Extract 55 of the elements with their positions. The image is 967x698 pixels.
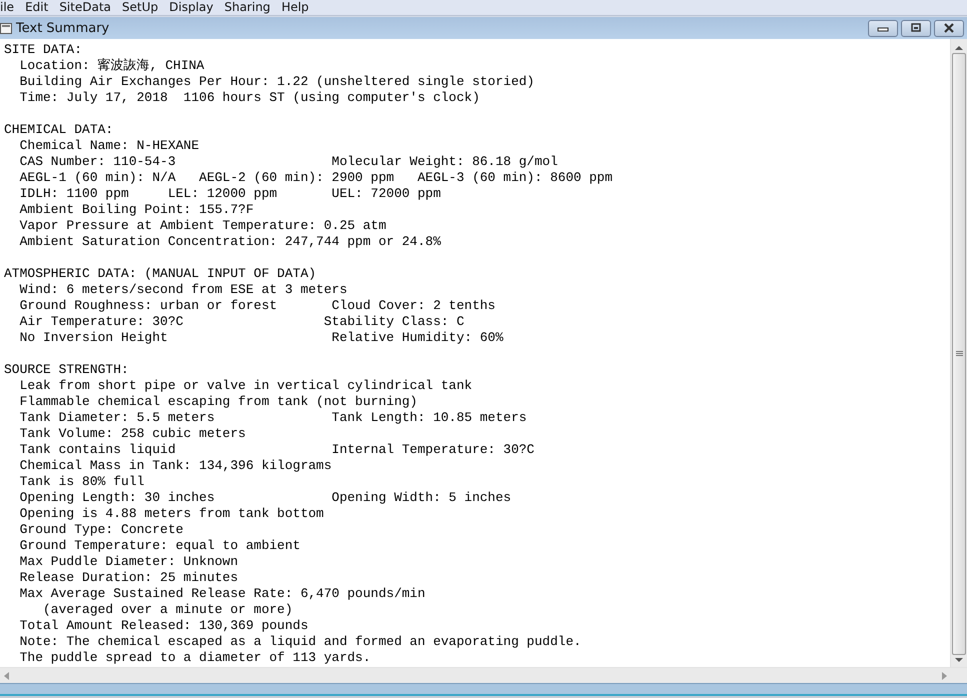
summary-line: Max Puddle Diameter: Unknown	[18, 554, 240, 570]
summary-line: Tank Diameter: 5.5 meters Tank Length: 10.85 meters	[18, 410, 528, 426]
summary-line: Max Average Sustained Release Rate: 6,470 pounds/min	[18, 586, 426, 602]
grip-icon	[956, 351, 962, 357]
summary-line: Ambient Boiling Point: 155.7?F	[18, 202, 255, 218]
section-heading: SITE DATA:	[4, 42, 84, 58]
close-button[interactable]	[934, 20, 964, 36]
summary-line: Ground Temperature: equal to ambient	[18, 538, 302, 554]
summary-line: IDLH: 1100 ppm LEL: 12000 ppm UEL: 72000 ppm	[18, 186, 442, 202]
summary-line: Note: The chemical escaped as a liquid and formed an evaporating puddle.	[18, 634, 582, 650]
summary-line: Release Duration: 25 minutes	[18, 570, 240, 586]
summary-line: Opening Length: 30 inches Opening Width: 5 inches	[18, 490, 512, 506]
scroll-up-icon[interactable]	[955, 45, 963, 51]
summary-line: Ambient Saturation Concentration: 247,744 ppm or 24.8%	[18, 234, 442, 250]
summary-line: AEGL-1 (60 min): N/A AEGL-2 (60 min): 2900 ppm AEGL-3 (60 min): 8600 ppm	[18, 170, 614, 186]
summary-line: The puddle spread to a diameter of 113 yards.	[18, 650, 372, 666]
summary-line: Ground Roughness: urban or forest Cloud Cover: 2 tenths	[18, 298, 496, 314]
menu-item[interactable]: ile	[0, 0, 26, 15]
menu-item[interactable]: SetUp	[122, 0, 170, 15]
menu-item[interactable]: Display	[169, 0, 224, 15]
summary-line: Leak from short pipe or valve in vertical cylindrical tank	[18, 378, 474, 394]
summary-line: Tank is 80% full	[18, 474, 146, 490]
section-heading: CHEMICAL DATA:	[4, 122, 114, 138]
summary-line: Opening is 4.88 meters from tank bottom	[18, 506, 325, 522]
summary-line: Wind: 6 meters/second from ESE at 3 meters	[18, 282, 348, 298]
menu-item[interactable]: SiteData	[59, 0, 122, 15]
vertical-scrollbar[interactable]	[950, 39, 967, 667]
summary-line: Tank contains liquid Internal Temperature: 30?C	[18, 442, 536, 458]
summary-line: Flammable chemical escaping from tank (not burning)	[18, 394, 418, 410]
summary-line: Vapor Pressure at Ambient Temperature: 0.25 atm	[18, 218, 388, 234]
summary-line: Total Amount Released: 130,369 pounds	[18, 618, 310, 634]
scroll-down-icon[interactable]	[955, 657, 963, 663]
summary-line: No Inversion Height Relative Humidity: 60%	[18, 330, 504, 346]
minimize-button[interactable]	[868, 20, 898, 36]
summary-line: Chemical Mass in Tank: 134,396 kilograms	[18, 458, 333, 474]
summary-line: Tank Volume: 258 cubic meters	[18, 426, 247, 442]
menu-item[interactable]: Help	[281, 0, 320, 15]
section-heading: ATMOSPHERIC DATA: (MANUAL INPUT OF DATA)	[4, 266, 318, 282]
menu-item[interactable]: Edit	[25, 0, 60, 15]
summary-line: (averaged over a minute or more)	[42, 602, 294, 618]
summary-line: Building Air Exchanges Per Hour: 1.22 (unsheltered single storied)	[18, 74, 536, 90]
summary-line: Chemical Name: N-HEXANE	[18, 138, 200, 154]
summary-line: CAS Number: 110-54-3 Molecular Weight: 86.18 g/mol	[18, 154, 559, 170]
window-title: Text Summary	[16, 20, 110, 36]
maximize-button[interactable]	[901, 20, 931, 36]
close-icon	[943, 23, 955, 33]
summary-line: Ground Type: Concrete	[18, 522, 184, 538]
menu-item[interactable]: Sharing	[224, 0, 282, 15]
maximize-icon	[910, 23, 922, 33]
summary-line: Location: 寗波詼海, CHINA	[18, 58, 206, 74]
section-heading: SOURCE STRENGTH:	[4, 362, 130, 378]
scroll-thumb[interactable]	[952, 53, 966, 655]
summary-line: Air Temperature: 30?C Stability Class: C	[18, 314, 466, 330]
window-icon	[0, 22, 12, 34]
summary-line: Time: July 17, 2018 1106 hours ST (using computer's clock)	[18, 90, 481, 106]
